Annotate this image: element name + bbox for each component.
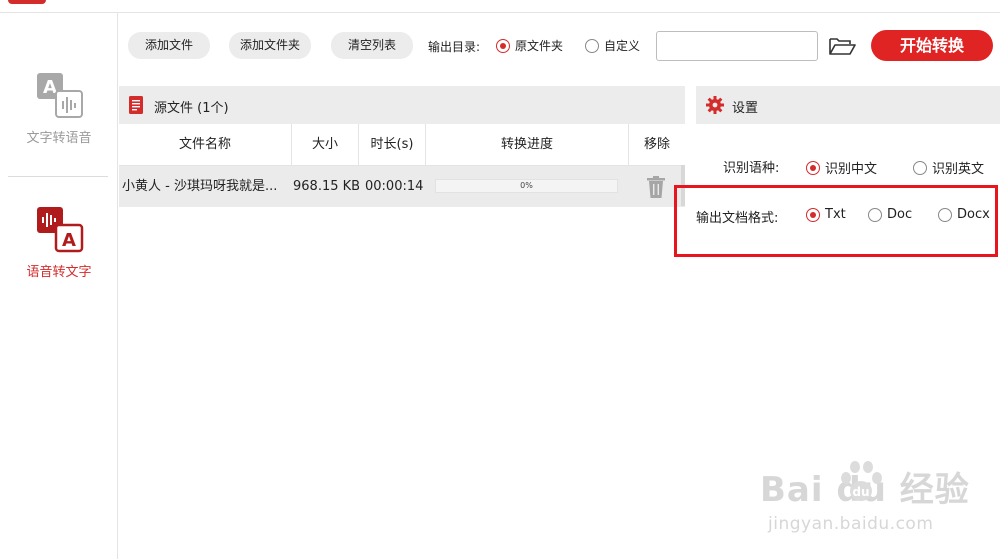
column-header-remove: 移除: [643, 137, 670, 152]
language-label: 识别语种:: [723, 161, 780, 176]
column-header-name: 文件名称: [119, 124, 292, 166]
source-panel-title: 源文件 (1个): [154, 101, 229, 116]
settings-panel-header: 设置: [696, 86, 1000, 124]
file-name-cell: 小黄人 - 沙琪玛呀我就是...: [122, 179, 278, 194]
clear-list-button[interactable]: 清空列表: [331, 32, 413, 59]
table-row[interactable]: 小黄人 - 沙琪玛呀我就是... 968.15 KB 00:00:14 0%: [119, 166, 685, 207]
baidu-jingyan-watermark: Bai du 经验 du jingyan.baidu.com: [760, 458, 990, 548]
trash-icon[interactable]: [646, 176, 666, 198]
radio-indicator: [913, 160, 927, 175]
start-convert-button[interactable]: 开始转换: [871, 30, 993, 61]
column-header-duration: 时长(s): [359, 124, 426, 166]
output-custom-radio[interactable]: 自定义: [585, 37, 640, 54]
watermark-url: jingyan.baidu.com: [768, 514, 934, 534]
language-chinese-radio[interactable]: 识别中文: [806, 158, 877, 177]
annotation-highlight-box: [674, 185, 998, 257]
radio-indicator: [806, 160, 820, 175]
radio-indicator: [585, 38, 599, 53]
radio-label: 自定义: [604, 39, 641, 53]
add-folder-button[interactable]: 添加文件夹: [229, 32, 311, 59]
svg-text:A: A: [43, 77, 57, 98]
document-icon: [129, 96, 143, 114]
column-header-progress: 转换进度: [426, 124, 629, 166]
output-dir-label: 输出目录:: [428, 40, 481, 54]
conversion-progress-bar: 0%: [435, 179, 618, 193]
settings-panel-title: 设置: [732, 101, 759, 116]
svg-text:du: du: [852, 485, 869, 499]
add-file-button[interactable]: 添加文件: [128, 32, 210, 59]
file-duration-cell: 00:00:14: [365, 179, 424, 194]
radio-indicator: [496, 38, 510, 53]
app-logo-icon: [8, 0, 46, 4]
language-english-radio[interactable]: 识别英文: [913, 158, 984, 177]
output-original-folder-radio[interactable]: 原文件夹: [496, 37, 563, 54]
column-header-size: 大小: [292, 124, 359, 166]
radio-label: 识别英文: [932, 162, 985, 177]
radio-label: 原文件夹: [515, 39, 564, 53]
sidebar-item-speech-to-text[interactable]: A 语音转文字: [0, 205, 118, 280]
sidebar-divider: [8, 176, 108, 177]
output-path-input[interactable]: [656, 31, 818, 61]
sidebar-item-text-to-speech[interactable]: A 文字转语音: [0, 71, 118, 146]
open-folder-icon[interactable]: [828, 36, 856, 56]
text-to-speech-icon: A: [34, 71, 84, 121]
paw-logo-icon: du: [841, 461, 882, 501]
title-bar: [0, 0, 1000, 13]
progress-percent: 0%: [520, 181, 533, 190]
table-header: 文件名称 大小 时长(s) 转换进度 移除: [119, 124, 685, 166]
sidebar: A 文字转语音 A 语音转文字: [0, 13, 118, 559]
gear-icon: [706, 96, 724, 114]
svg-text:A: A: [62, 230, 76, 251]
app-window: A 文字转语音 A 语音转文字 添加文件 添加文件夹 清空列表 输出目录: 原文…: [0, 0, 1000, 559]
sidebar-item-label: 语音转文字: [26, 265, 92, 280]
sidebar-item-label: 文字转语音: [26, 131, 92, 146]
source-panel-header: 源文件 (1个): [119, 86, 685, 124]
speech-to-text-icon: A: [34, 205, 84, 255]
file-size-cell: 968.15 KB: [293, 179, 359, 194]
radio-label: 识别中文: [825, 162, 878, 177]
